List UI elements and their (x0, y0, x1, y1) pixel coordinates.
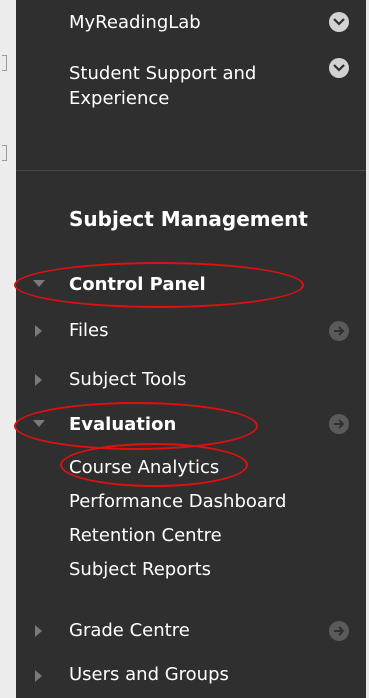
page-gutter (0, 0, 16, 698)
arrow-right-icon[interactable] (329, 321, 349, 341)
section-divider (16, 170, 366, 171)
menu-subject-reports[interactable]: Subject Reports (69, 557, 211, 582)
menu-retention-centre[interactable]: Retention Centre (69, 523, 222, 548)
expand-arrow-icon[interactable] (35, 374, 42, 386)
chevron-down-icon[interactable] (329, 58, 349, 78)
collapse-arrow-icon[interactable] (33, 280, 45, 287)
menu-item-label: Student Support and (69, 63, 257, 84)
arrow-right-icon[interactable] (329, 414, 349, 434)
collapse-arrow-icon[interactable] (33, 420, 45, 427)
section-heading: Subject Management (69, 207, 308, 231)
gutter-bracket-icon (2, 55, 7, 71)
menu-subject-tools[interactable]: Subject Tools (69, 367, 186, 392)
menu-item-student-support[interactable]: Student Support and Experience (69, 61, 256, 111)
menu-performance-dashboard[interactable]: Performance Dashboard (69, 489, 286, 514)
menu-item-label: MyReadingLab (69, 12, 201, 33)
expand-arrow-icon[interactable] (35, 625, 42, 637)
arrow-right-icon[interactable] (329, 621, 349, 641)
menu-users-and-groups[interactable]: Users and Groups (69, 662, 229, 687)
course-menu-sidebar: MyReadingLab Student Support and Experie… (16, 0, 366, 698)
chevron-down-icon[interactable] (329, 12, 349, 32)
menu-evaluation[interactable]: Evaluation (69, 412, 176, 437)
menu-item-label: Experience (69, 88, 170, 109)
menu-grade-centre[interactable]: Grade Centre (69, 618, 190, 643)
expand-arrow-icon[interactable] (35, 325, 42, 337)
menu-course-analytics[interactable]: Course Analytics (69, 455, 219, 480)
menu-files[interactable]: Files (69, 318, 109, 343)
gutter-bracket-icon (2, 145, 7, 161)
menu-item-myreadinglab[interactable]: MyReadingLab (69, 10, 201, 35)
menu-control-panel[interactable]: Control Panel (69, 272, 206, 297)
expand-arrow-icon[interactable] (35, 670, 42, 682)
